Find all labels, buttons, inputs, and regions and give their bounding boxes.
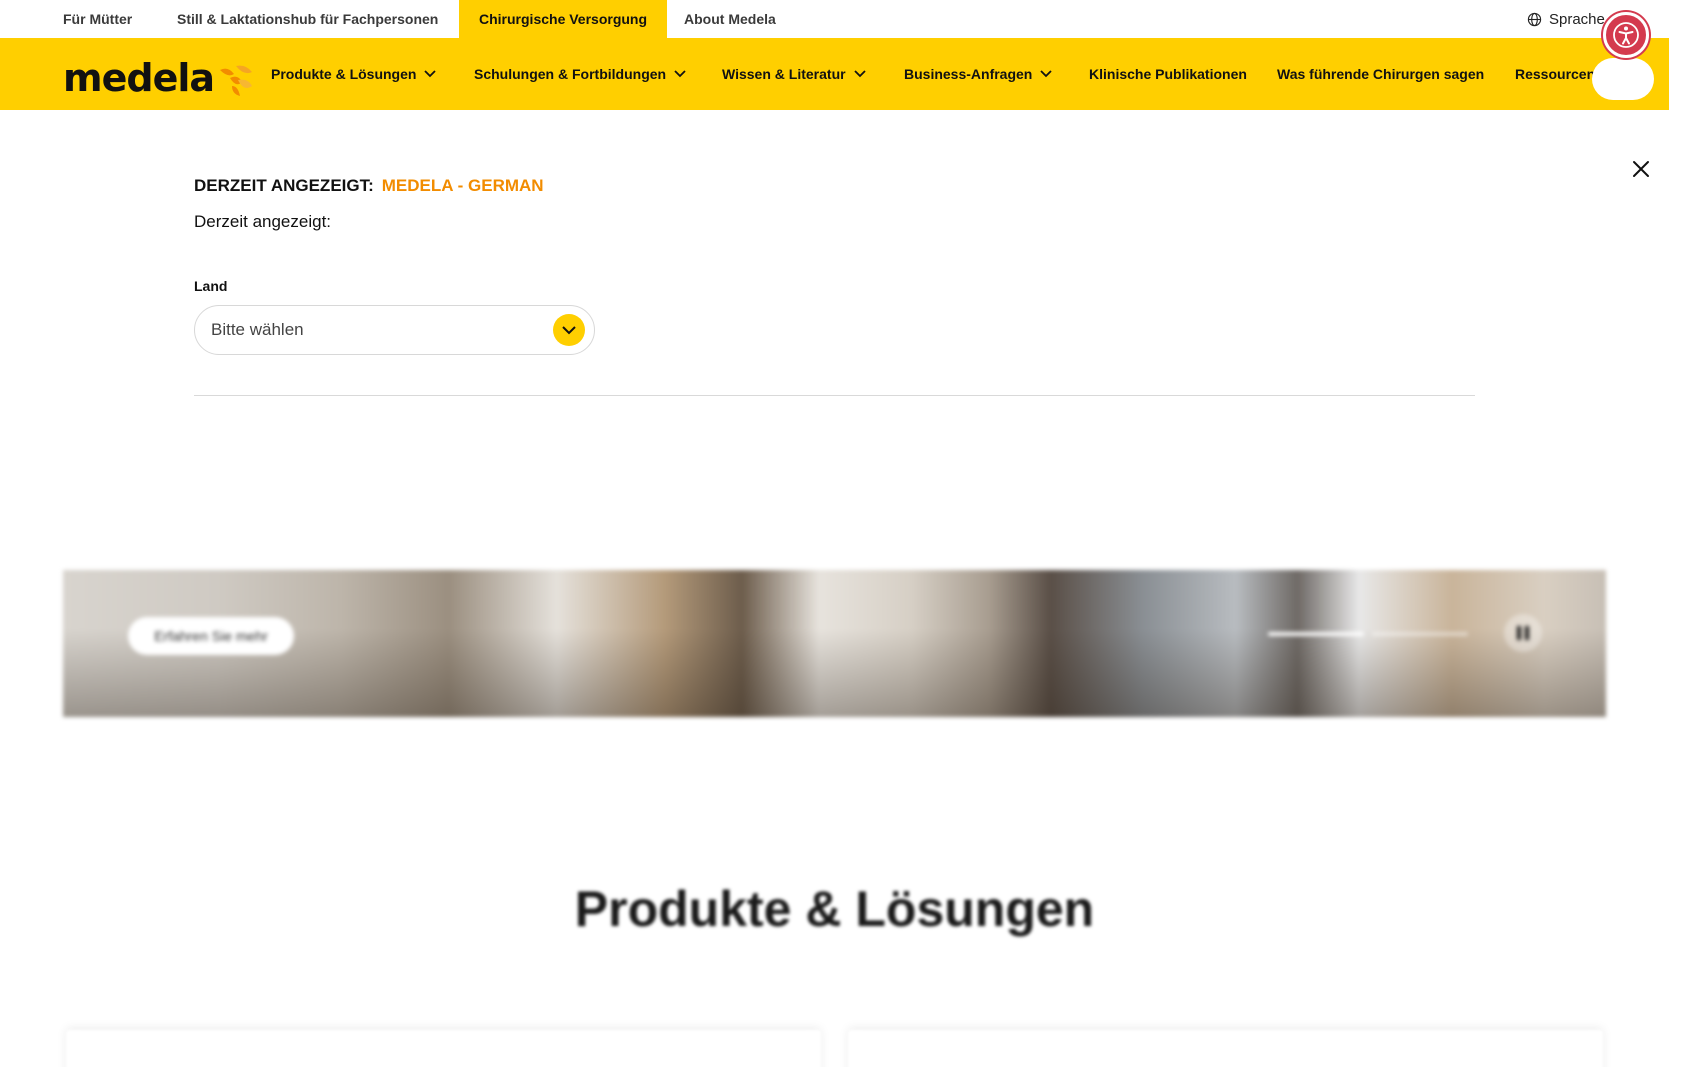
pause-button[interactable] — [1504, 614, 1542, 652]
shop-search-button[interactable] — [1592, 58, 1654, 100]
chevron-down-icon — [1040, 70, 1052, 78]
nav-klinische-label: Klinische Publikationen — [1089, 66, 1247, 82]
util-link-fuer-muetter[interactable]: Für Mütter — [63, 0, 132, 38]
close-icon[interactable] — [1630, 158, 1652, 180]
nav-business-label: Business-Anfragen — [904, 66, 1033, 82]
main-navigation: medela Produkte & Lösungen Schulungen & … — [0, 38, 1669, 110]
nav-produkte-loesungen[interactable]: Produkte & Lösungen — [271, 38, 437, 110]
current-region-row: DERZEIT ANGEZEIGT: MEDELA - GERMAN — [194, 176, 544, 196]
chevron-down-icon — [853, 70, 866, 78]
medela-logo[interactable]: medela — [63, 56, 254, 100]
panel-divider — [194, 395, 1475, 396]
nav-ressourcen[interactable]: Ressourcen — [1515, 38, 1595, 110]
accessibility-icon — [1613, 22, 1639, 48]
util-link-about-medela[interactable]: About Medela — [684, 0, 776, 38]
nav-chirurgen-label: Was führende Chirurgen sagen — [1277, 66, 1485, 82]
nav-chirurgen-sagen[interactable]: Was führende Chirurgen sagen — [1277, 38, 1484, 110]
current-region-value: MEDELA - GERMAN — [381, 176, 544, 195]
slide-progress-2[interactable] — [1372, 632, 1468, 636]
nav-business-anfragen[interactable]: Business-Anfragen — [904, 38, 1052, 110]
country-select[interactable]: Bitte wählen — [194, 305, 595, 355]
pause-icon — [1517, 626, 1529, 640]
nav-produkte-label: Produkte & Lösungen — [271, 66, 417, 82]
nav-schulungen[interactable]: Schulungen & Fortbildungen — [474, 38, 686, 110]
chevron-down-icon — [424, 70, 437, 78]
nav-klinische-publikationen[interactable]: Klinische Publikationen — [1089, 38, 1247, 110]
products-section-title: Produkte & Lösungen — [574, 881, 1095, 937]
product-card[interactable] — [66, 1030, 821, 1067]
util-link-chirurgische-versorgung[interactable]: Chirurgische Versorgung — [459, 0, 668, 38]
product-card[interactable] — [848, 1030, 1603, 1067]
country-label: Land — [194, 278, 228, 294]
nav-ressourcen-label: Ressourcen — [1515, 66, 1596, 82]
medela-flower-icon — [220, 65, 253, 96]
hero-banner: Erfahren Sie mehr — [63, 570, 1606, 717]
util-link-laktationshub[interactable]: Still & Laktationshub für Fachpersonen — [177, 0, 438, 38]
language-selector[interactable]: Sprache — [1527, 0, 1605, 38]
nav-wissen-label: Wissen & Literatur — [722, 66, 846, 82]
utility-bar: Für Mütter Still & Laktationshub für Fac… — [0, 0, 1707, 38]
logo-wordmark: medela — [63, 56, 215, 100]
nav-wissen-literatur[interactable]: Wissen & Literatur — [722, 38, 866, 110]
accessibility-button[interactable] — [1603, 12, 1649, 58]
language-panel — [0, 110, 1707, 410]
nav-schulungen-label: Schulungen & Fortbildungen — [474, 66, 667, 82]
globe-icon — [1527, 12, 1542, 26]
current-region-subtext: Derzeit angezeigt: — [194, 212, 332, 231]
select-chevron — [553, 314, 585, 346]
slide-progress-1[interactable] — [1268, 632, 1364, 636]
country-select-value: Bitte wählen — [211, 320, 304, 339]
language-label: Sprache — [1549, 10, 1605, 28]
chevron-down-icon — [674, 70, 686, 78]
current-region-label: DERZEIT ANGEZEIGT: — [194, 176, 374, 195]
hero-cta-button[interactable]: Erfahren Sie mehr — [128, 617, 294, 655]
chevron-down-icon — [562, 326, 576, 335]
